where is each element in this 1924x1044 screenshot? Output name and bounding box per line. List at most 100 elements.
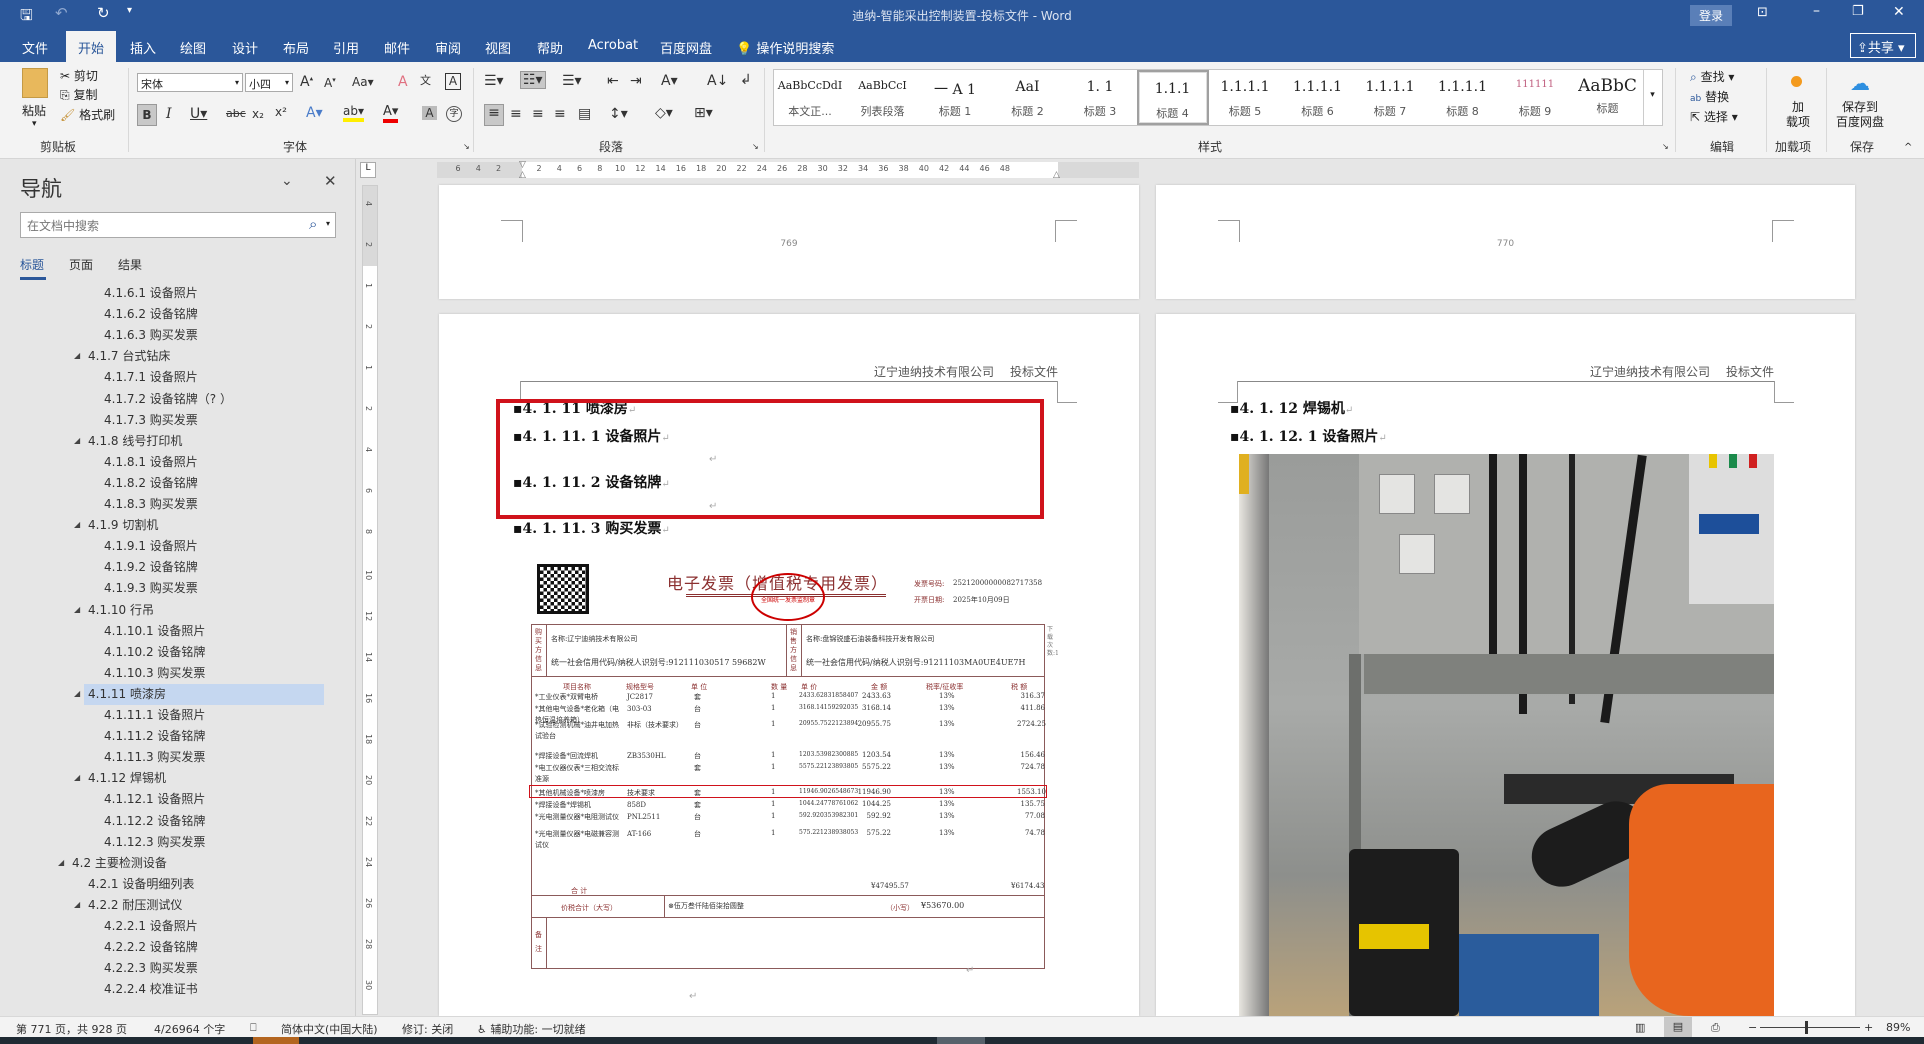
distributed-button[interactable]: ▤ bbox=[578, 106, 591, 122]
tab-11[interactable]: Acrobat bbox=[588, 38, 638, 53]
proofing-icon[interactable]: ⎕ bbox=[250, 1021, 257, 1035]
sort-icon[interactable]: A↓ bbox=[707, 73, 728, 89]
nav-heading-item[interactable]: 4.1.8.2 设备铭牌 bbox=[104, 473, 198, 494]
nav-heading-item[interactable]: 4.1.9.2 设备铭牌 bbox=[104, 557, 198, 578]
collapse-triangle-icon[interactable]: ◢ bbox=[74, 351, 80, 360]
styles-more-button[interactable]: ▾ bbox=[1643, 70, 1661, 125]
nav-tab-2[interactable]: 结果 bbox=[118, 256, 142, 273]
superscript-button[interactable]: x² bbox=[275, 105, 287, 119]
print-layout-icon[interactable]: ▤ bbox=[1664, 1017, 1692, 1037]
customize-toolbar-icon[interactable]: ▾ bbox=[127, 5, 132, 16]
share-button[interactable]: ⇪共享 ▾ bbox=[1850, 33, 1916, 58]
nav-heading-item[interactable]: 4.1.8 线号打印机 bbox=[88, 431, 182, 452]
justify-button[interactable]: ≡ bbox=[554, 106, 566, 122]
font-dialog-launcher[interactable]: ↘ bbox=[463, 142, 470, 151]
search-dropdown-icon[interactable]: ▾ bbox=[326, 219, 330, 228]
nav-heading-item[interactable]: 4.1.7.1 设备照片 bbox=[104, 367, 198, 388]
nav-heading-item[interactable]: 4.1.12.2 设备铭牌 bbox=[104, 811, 205, 832]
nav-close-icon[interactable]: ✕ bbox=[324, 172, 337, 190]
select-button[interactable]: ⇱ 选择 ▾ bbox=[1690, 108, 1738, 125]
nav-heading-item[interactable]: 4.1.11 喷漆房 bbox=[88, 684, 166, 705]
clear-formatting-icon[interactable]: A bbox=[398, 74, 408, 90]
nav-heading-item[interactable]: 4.1.6.3 购买发票 bbox=[104, 325, 198, 346]
style-item[interactable]: 1.1.1.1 标题 6 bbox=[1282, 70, 1354, 125]
tab-3[interactable]: 绘图 bbox=[180, 38, 206, 57]
style-item[interactable]: 1.1.1.1 标题 8 bbox=[1427, 70, 1499, 125]
tab-7[interactable]: 邮件 bbox=[384, 38, 410, 57]
paragraph-dialog-launcher[interactable]: ↘ bbox=[752, 142, 759, 151]
borders-icon[interactable]: ⊞▾ bbox=[694, 105, 713, 121]
close-button[interactable]: ✕ bbox=[1893, 4, 1905, 20]
collapse-triangle-icon[interactable]: ◢ bbox=[58, 858, 64, 867]
redo-icon[interactable]: ↻ bbox=[97, 4, 110, 22]
nav-heading-item[interactable]: 4.1.11.1 设备照片 bbox=[104, 705, 205, 726]
page-count[interactable]: 第 771 页，共 928 页 bbox=[16, 1021, 127, 1037]
right-indent-marker[interactable]: △ bbox=[1053, 170, 1060, 180]
character-shading-icon[interactable]: A bbox=[422, 106, 437, 120]
replace-button[interactable]: ab 替换 bbox=[1690, 88, 1729, 105]
zoom-level[interactable]: 89% bbox=[1886, 1021, 1910, 1034]
style-item[interactable]: 1. 1 标题 3 bbox=[1064, 70, 1136, 125]
font-name-select[interactable]: 宋体 ▾ bbox=[137, 73, 243, 92]
nav-heading-item[interactable]: 4.1.11.2 设备铭牌 bbox=[104, 726, 205, 747]
decrease-indent-icon[interactable]: ⇤ bbox=[607, 73, 619, 89]
nav-heading-item[interactable]: 4.1.10.2 设备铭牌 bbox=[104, 642, 205, 663]
nav-options-icon[interactable]: ⌄ bbox=[281, 173, 293, 189]
save-to-baidu-button[interactable]: 保存到 百度网盘 bbox=[1836, 100, 1884, 130]
nav-tab-1[interactable]: 页面 bbox=[69, 256, 93, 273]
format-painter-button[interactable]: 🖌 格式刷 bbox=[60, 106, 115, 123]
nav-heading-item[interactable]: 4.2.2.4 校准证书 bbox=[104, 979, 198, 1000]
highlight-color-icon[interactable]: ab▾ bbox=[343, 104, 364, 122]
read-mode-icon[interactable]: ▥ bbox=[1635, 1021, 1645, 1034]
addins-button[interactable]: 加 载项 bbox=[1786, 100, 1810, 130]
italic-button[interactable]: I bbox=[166, 106, 172, 122]
style-item[interactable]: AaBbCcDdI 本文正... bbox=[774, 70, 846, 125]
align-center-button[interactable]: ≡ bbox=[510, 106, 522, 122]
save-icon[interactable]: 🖫 bbox=[20, 5, 33, 30]
style-item[interactable]: AaI 标题 2 bbox=[992, 70, 1064, 125]
nav-heading-item[interactable]: 4.1.12 焊锡机 bbox=[88, 768, 166, 789]
align-right-button[interactable]: ≡ bbox=[532, 106, 544, 122]
nav-heading-item[interactable]: 4.1.11.3 购买发票 bbox=[104, 747, 205, 768]
cut-button[interactable]: ✂ 剪切 bbox=[60, 67, 98, 84]
underline-button[interactable]: U▾ bbox=[190, 106, 207, 122]
font-color-icon[interactable]: A▾ bbox=[383, 104, 399, 123]
tab-1[interactable]: 开始 bbox=[66, 31, 117, 62]
nav-heading-item[interactable]: 4.1.12.1 设备照片 bbox=[104, 789, 205, 810]
horizontal-ruler[interactable]: ▽ △ △ 6 4 2 2 4 6 8 10 12 14 16 18 20 22 24 26 28 30 32 34 3… bbox=[437, 160, 1139, 180]
subscript-button[interactable]: x₂ bbox=[252, 107, 264, 121]
style-item[interactable]: 1.1.1 标题 4 bbox=[1136, 70, 1209, 125]
undo-icon[interactable]: ↶ bbox=[55, 4, 68, 22]
style-item[interactable]: AaBbC 标题 bbox=[1572, 70, 1644, 125]
numbering-icon[interactable]: ☷▾ bbox=[520, 71, 546, 89]
bold-button[interactable]: B bbox=[137, 104, 157, 126]
ribbon-display-icon[interactable]: ⊡ bbox=[1757, 5, 1768, 20]
nav-heading-item[interactable]: 4.2.1 设备明细列表 bbox=[88, 874, 194, 895]
nav-heading-item[interactable]: 4.1.10.1 设备照片 bbox=[104, 621, 205, 642]
line-spacing-icon[interactable]: ↕▾ bbox=[609, 106, 628, 122]
heading-4-1-12[interactable]: ▪4. 1. 12 焊锡机↵ bbox=[1230, 398, 1353, 418]
find-button[interactable]: ⌕ 查找 ▾ bbox=[1690, 68, 1734, 85]
style-item[interactable]: 一 A 1 标题 1 bbox=[919, 70, 991, 125]
increase-indent-icon[interactable]: ⇥ bbox=[630, 73, 642, 89]
word-count[interactable]: 4/26964 个字 bbox=[154, 1021, 225, 1037]
tab-6[interactable]: 引用 bbox=[333, 38, 359, 57]
minimize-button[interactable]: – bbox=[1813, 3, 1820, 19]
paste-button[interactable]: 粘贴 bbox=[22, 102, 46, 119]
nav-heading-item[interactable]: 4.1.7.2 设备铭牌（? ） bbox=[104, 389, 232, 410]
nav-heading-item[interactable]: 4.1.8.3 购买发票 bbox=[104, 494, 198, 515]
bullets-icon[interactable]: ☰▾ bbox=[484, 73, 504, 89]
style-item[interactable]: AaBbCcI 列表段落 bbox=[847, 70, 919, 125]
tab-8[interactable]: 审阅 bbox=[435, 38, 461, 57]
vertical-ruler[interactable]: 4 2 1 2 1 2 4 6 8 10 12 14 16 18 20 22 24 26 28 30 bbox=[362, 185, 378, 1015]
tab-2[interactable]: 插入 bbox=[130, 38, 156, 57]
zoom-in-button[interactable]: + bbox=[1864, 1021, 1873, 1034]
heading-4-1-12-1[interactable]: ▪4. 1. 12. 1 设备照片↵ bbox=[1230, 426, 1387, 446]
zoom-slider-thumb[interactable] bbox=[1804, 1021, 1808, 1034]
nav-heading-item[interactable]: 4.1.9.3 购买发票 bbox=[104, 578, 198, 599]
paste-icon[interactable] bbox=[22, 68, 48, 98]
nav-heading-item[interactable]: 4.2.2.1 设备照片 bbox=[104, 916, 198, 937]
nav-heading-item[interactable]: 4.1.10 行吊 bbox=[88, 600, 154, 621]
styles-dialog-launcher[interactable]: ↘ bbox=[1662, 142, 1669, 151]
collapse-triangle-icon[interactable]: ◢ bbox=[74, 773, 80, 782]
